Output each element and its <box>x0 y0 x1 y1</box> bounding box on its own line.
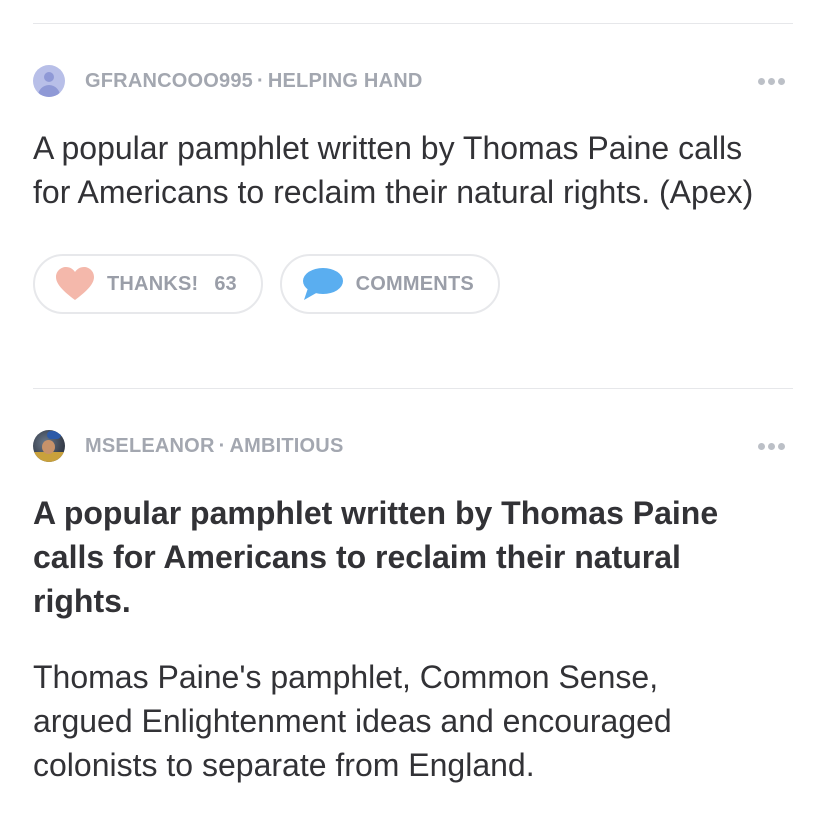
top-divider <box>33 23 793 24</box>
answer-meta: GFRANCOOO995 · HELPING HAND <box>33 64 793 98</box>
thanks-button[interactable]: THANKS! 63 <box>33 254 263 314</box>
user-icon <box>44 72 54 82</box>
comments-label: COMMENTS <box>355 272 474 295</box>
more-dot <box>758 443 765 450</box>
comment-bubble-icon <box>302 267 344 301</box>
answer-text: Thomas Paine's pamphlet, Common Sense, a… <box>33 659 672 783</box>
author-rank: HELPING HAND <box>267 69 423 92</box>
more-dot <box>768 78 775 85</box>
meta-separator: · <box>257 69 264 92</box>
thanks-label: THANKS! <box>107 272 199 295</box>
author-name[interactable]: GFRANCOOO995 <box>85 70 253 92</box>
answer-card-1: GFRANCOOO995 · HELPING HAND A popular pamp… <box>33 64 793 314</box>
meta-separator: · <box>218 434 226 457</box>
more-dot <box>778 78 785 85</box>
heart-icon <box>55 267 95 301</box>
more-dot <box>778 443 785 450</box>
author-line: GFRANCOOO995 · HELPING HAND <box>85 70 423 93</box>
comments-button[interactable]: COMMENTS <box>279 254 500 314</box>
avatar-photo-face <box>42 440 55 454</box>
thanks-count: 63 <box>214 272 237 295</box>
avatar-photo-hat <box>47 431 61 439</box>
author-line: MSELEANOR · AMBITIOUS <box>85 435 344 458</box>
answer-meta: MSELEANOR · AMBITIOUS <box>33 429 793 463</box>
author-rank: AMBITIOUS <box>229 434 344 457</box>
answer-headline: A popular pamphlet written by Thomas Pai… <box>33 495 719 619</box>
more-dot <box>758 78 765 85</box>
avatar[interactable] <box>33 65 65 97</box>
author-name[interactable]: MSELEANOR <box>85 435 215 457</box>
avatar[interactable] <box>33 430 65 462</box>
answer-actions: THANKS! 63 COMMENTS <box>33 254 793 314</box>
answer-divider <box>33 388 793 389</box>
more-dot <box>768 443 775 450</box>
more-options-icon[interactable] <box>758 78 785 85</box>
more-options-icon[interactable] <box>758 443 785 450</box>
user-icon-body <box>38 85 60 97</box>
answer-card-2: MSELEANOR · AMBITIOUS A popular pamphlet w… <box>33 429 793 787</box>
answer-text: A popular pamphlet written by Thomas Pai… <box>33 130 754 210</box>
